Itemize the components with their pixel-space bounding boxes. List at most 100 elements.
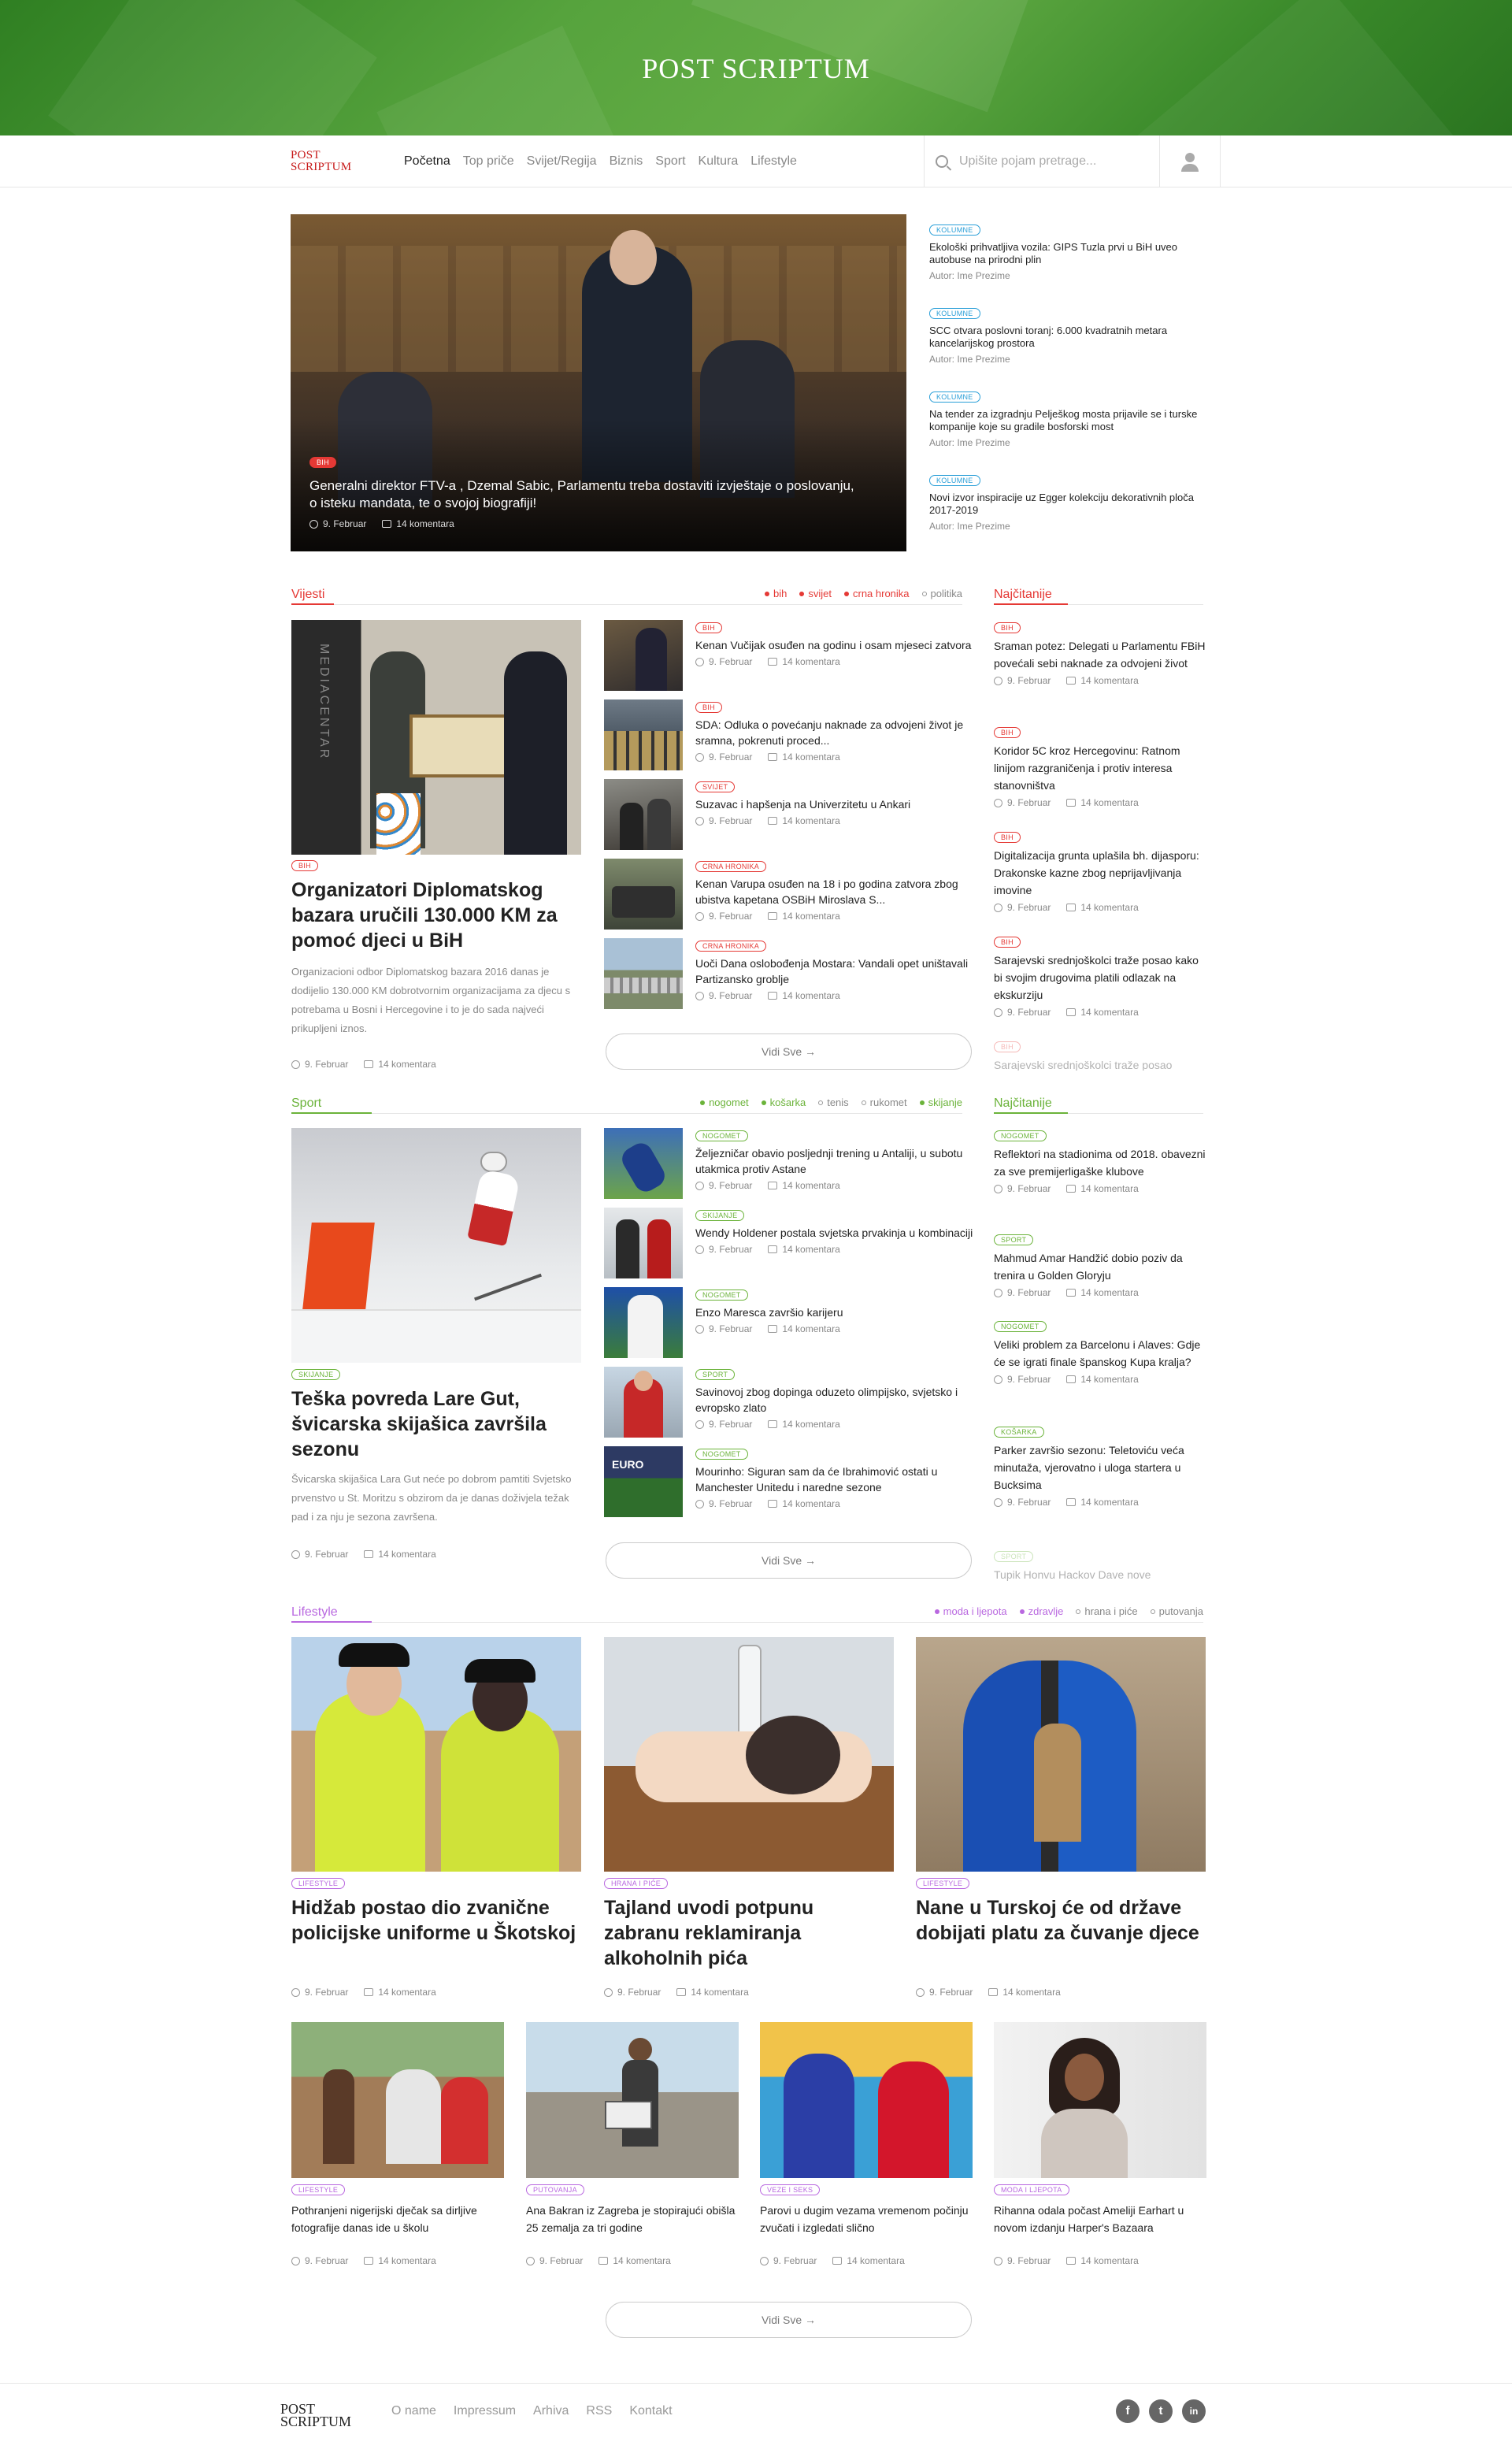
list-item-comments[interactable]: 14 komentara (782, 1323, 839, 1334)
list-item[interactable]: SVIJET Suzavac i hapšenja na Univerzitet… (604, 779, 976, 852)
list-item[interactable]: NOGOMET Enzo Maresca završio karijeru 9.… (604, 1287, 976, 1360)
filter-zdravlje[interactable]: zdravlje (1019, 1605, 1063, 1617)
footer-link-o-name[interactable]: O name (391, 2404, 436, 2418)
popular-item-tag[interactable]: BIH (994, 832, 1021, 843)
lifestyle-card[interactable]: HRANA I PIĆE Tajland uvodi potpunu zabra… (604, 1637, 894, 2007)
kolumna-item[interactable]: KOLUMNE Ekološki prihvatljiva vozila: GI… (929, 222, 1221, 281)
popular-item-tag[interactable]: BIH (994, 727, 1021, 738)
filter-hrana-i-pice[interactable]: hrana i piće (1076, 1605, 1138, 1617)
nav-logo[interactable]: POST SCRIPTUM (291, 150, 351, 173)
kolumna-title[interactable]: Ekološki prihvatljiva vozila: GIPS Tuzla… (929, 241, 1221, 266)
popular-item-tag[interactable]: BIH (994, 937, 1021, 948)
popular-item-comments[interactable]: 14 komentara (1080, 902, 1138, 913)
lifestyle-card-title[interactable]: Nane u Turskoj će od države dobijati pla… (916, 1895, 1206, 1946)
list-item[interactable]: BIH SDA: Odluka o povećanju naknade za o… (604, 699, 976, 773)
list-item-comments[interactable]: 14 komentara (782, 656, 839, 667)
popular-item[interactable]: BIH Sarajevski srednjoškolci traže posao… (994, 934, 1208, 1018)
nav-item-top-price[interactable]: Top priče (463, 154, 514, 169)
popular-item-title[interactable]: Koridor 5C kroz Hercegovinu: Ratnom lini… (994, 742, 1208, 794)
lifestyle-small-comments[interactable]: 14 komentara (613, 2255, 670, 2266)
vijesti-lead-tag[interactable]: BIH (291, 860, 318, 871)
popular-item[interactable]: NOGOMET Reflektori na stadionima od 2018… (994, 1128, 1208, 1194)
lifestyle-card-title[interactable]: Tajland uvodi potpunu zabranu reklamiran… (604, 1895, 894, 1971)
popular-item-comments[interactable]: 14 komentara (1080, 1007, 1138, 1018)
kolumna-tag[interactable]: KOLUMNE (929, 308, 980, 319)
list-item[interactable]: BIH Kenan Vučijak osuđen na godinu i osa… (604, 620, 976, 693)
list-item[interactable]: CRNA HRONIKA Uoči Dana oslobođenja Mosta… (604, 938, 976, 1011)
filter-politika[interactable]: politika (921, 588, 962, 599)
popular-item[interactable]: BIH Sarajevski srednjoškolci traže posao (994, 1039, 1208, 1071)
list-item[interactable]: EURO NOGOMET Mourinho: Siguran sam da će… (604, 1446, 976, 1520)
popular-item-tag[interactable]: SPORT (994, 1234, 1034, 1245)
hero-comments[interactable]: 14 komentara (396, 518, 454, 529)
popular-item-tag[interactable]: NOGOMET (994, 1321, 1047, 1332)
site-title[interactable]: POST SCRIPTUM (0, 52, 1512, 85)
lifestyle-small-tag[interactable]: PUTOVANJA (526, 2184, 584, 2195)
hero-image[interactable]: BIH Generalni direktor FTV-a , Dzemal Sa… (291, 214, 906, 551)
user-button[interactable] (1160, 135, 1221, 187)
list-item-comments[interactable]: 14 komentara (782, 1498, 839, 1509)
lifestyle-small-comments[interactable]: 14 komentara (847, 2255, 904, 2266)
popular-item-tag[interactable]: BIH (994, 1041, 1021, 1052)
list-item-tag[interactable]: SPORT (695, 1369, 736, 1380)
sport-more-button[interactable]: Vidi Sve → (606, 1542, 972, 1579)
lifestyle-small-card-image[interactable] (526, 2022, 739, 2178)
list-item-title[interactable]: Kenan Varupa osuđen na 18 i po godina za… (695, 876, 976, 907)
popular-item[interactable]: SPORT Mahmud Amar Handžić dobio poziv da… (994, 1232, 1208, 1298)
kolumna-item[interactable]: KOLUMNE Na tender za izgradnju Pelješkog… (929, 389, 1221, 448)
lifestyle-small-card-image[interactable] (994, 2022, 1206, 2178)
vijesti-lead-comments[interactable]: 14 komentara (378, 1059, 435, 1070)
lifestyle-card-tag[interactable]: LIFESTYLE (916, 1878, 970, 1889)
lifestyle-small-card[interactable]: LIFESTYLE Pothranjeni nigerijski dječak … (291, 2022, 504, 2282)
list-item-tag[interactable]: BIH (695, 622, 722, 633)
sport-lead-title[interactable]: Teška povreda Lare Gut, švicarska skijaš… (291, 1386, 583, 1462)
list-item-image[interactable]: EURO (604, 1446, 683, 1517)
facebook-icon[interactable]: f (1116, 2399, 1140, 2423)
list-item-comments[interactable]: 14 komentara (782, 1419, 839, 1430)
list-item-tag[interactable]: NOGOMET (695, 1449, 748, 1460)
twitter-icon[interactable]: t (1149, 2399, 1173, 2423)
list-item-comments[interactable]: 14 komentara (782, 751, 839, 763)
list-item[interactable]: CRNA HRONIKA Kenan Varupa osuđen na 18 i… (604, 859, 976, 932)
lifestyle-card-tag[interactable]: HRANA I PIĆE (604, 1878, 669, 1889)
lifestyle-small-title[interactable]: Rihanna odala počast Ameliji Earhart u n… (994, 2202, 1206, 2236)
filter-rukomet[interactable]: rukomet (861, 1097, 907, 1108)
list-item-tag[interactable]: BIH (695, 702, 722, 713)
popular-item[interactable]: BIH Sraman potez: Delegati u Parlamentu … (994, 620, 1208, 686)
lifestyle-small-comments[interactable]: 14 komentara (378, 2255, 435, 2266)
footer-link-kontakt[interactable]: Kontakt (629, 2404, 672, 2418)
lifestyle-small-tag[interactable]: LIFESTYLE (291, 2184, 346, 2195)
lifestyle-small-card-image[interactable] (760, 2022, 973, 2178)
list-item-comments[interactable]: 14 komentara (782, 990, 839, 1001)
popular-item[interactable]: BIH Digitalizacija grunta uplašila bh. d… (994, 829, 1208, 913)
popular-item[interactable]: SPORT Tupik Honvu Hackov Dave nove (994, 1549, 1208, 1583)
search-box[interactable]: Upišite pojam pretrage... (924, 135, 1160, 187)
filter-nogomet[interactable]: nogomet (700, 1097, 749, 1108)
list-item-title[interactable]: Mourinho: Siguran sam da će Ibrahimović … (695, 1464, 976, 1495)
nav-item-biznis[interactable]: Biznis (610, 154, 643, 169)
sport-lead-image[interactable] (291, 1128, 581, 1363)
hero-tag[interactable]: BIH (309, 457, 336, 468)
list-item-image[interactable] (604, 620, 683, 691)
lifestyle-small-card-image[interactable] (291, 2022, 504, 2178)
list-item-image[interactable] (604, 1208, 683, 1278)
filter-putovanja[interactable]: putovanja (1150, 1605, 1203, 1617)
lifestyle-small-tag[interactable]: MODA I LJEPOTA (994, 2184, 1069, 2195)
popular-item-comments[interactable]: 14 komentara (1080, 1497, 1138, 1508)
vijesti-lead-title[interactable]: Organizatori Diplomatskog bazara uručili… (291, 878, 583, 953)
lifestyle-small-card[interactable]: PUTOVANJA Ana Bakran iz Zagreba je stopi… (526, 2022, 739, 2282)
popular-item-tag[interactable]: NOGOMET (994, 1130, 1047, 1141)
list-item-image[interactable] (604, 1128, 683, 1199)
popular-item-title[interactable]: Digitalizacija grunta uplašila bh. dijas… (994, 847, 1208, 899)
list-item-title[interactable]: Savinovoj zbog dopinga oduzeto olimpijsk… (695, 1384, 976, 1416)
filter-tenis[interactable]: tenis (818, 1097, 849, 1108)
popular-item[interactable]: NOGOMET Veliki problem za Barcelonu i Al… (994, 1319, 1208, 1385)
popular-item-comments[interactable]: 14 komentara (1080, 1183, 1138, 1194)
list-item-title[interactable]: Suzavac i hapšenja na Univerzitetu u Ank… (695, 796, 976, 812)
list-item-tag[interactable]: SVIJET (695, 781, 736, 792)
lifestyle-small-card[interactable]: MODA I LJEPOTA Rihanna odala počast Amel… (994, 2022, 1206, 2282)
list-item-title[interactable]: Enzo Maresca završio karijeru (695, 1304, 976, 1320)
list-item-tag[interactable]: CRNA HRONIKA (695, 941, 767, 952)
kolumna-item[interactable]: KOLUMNE SCC otvara poslovni toranj: 6.00… (929, 306, 1221, 365)
list-item-image[interactable] (604, 859, 683, 930)
